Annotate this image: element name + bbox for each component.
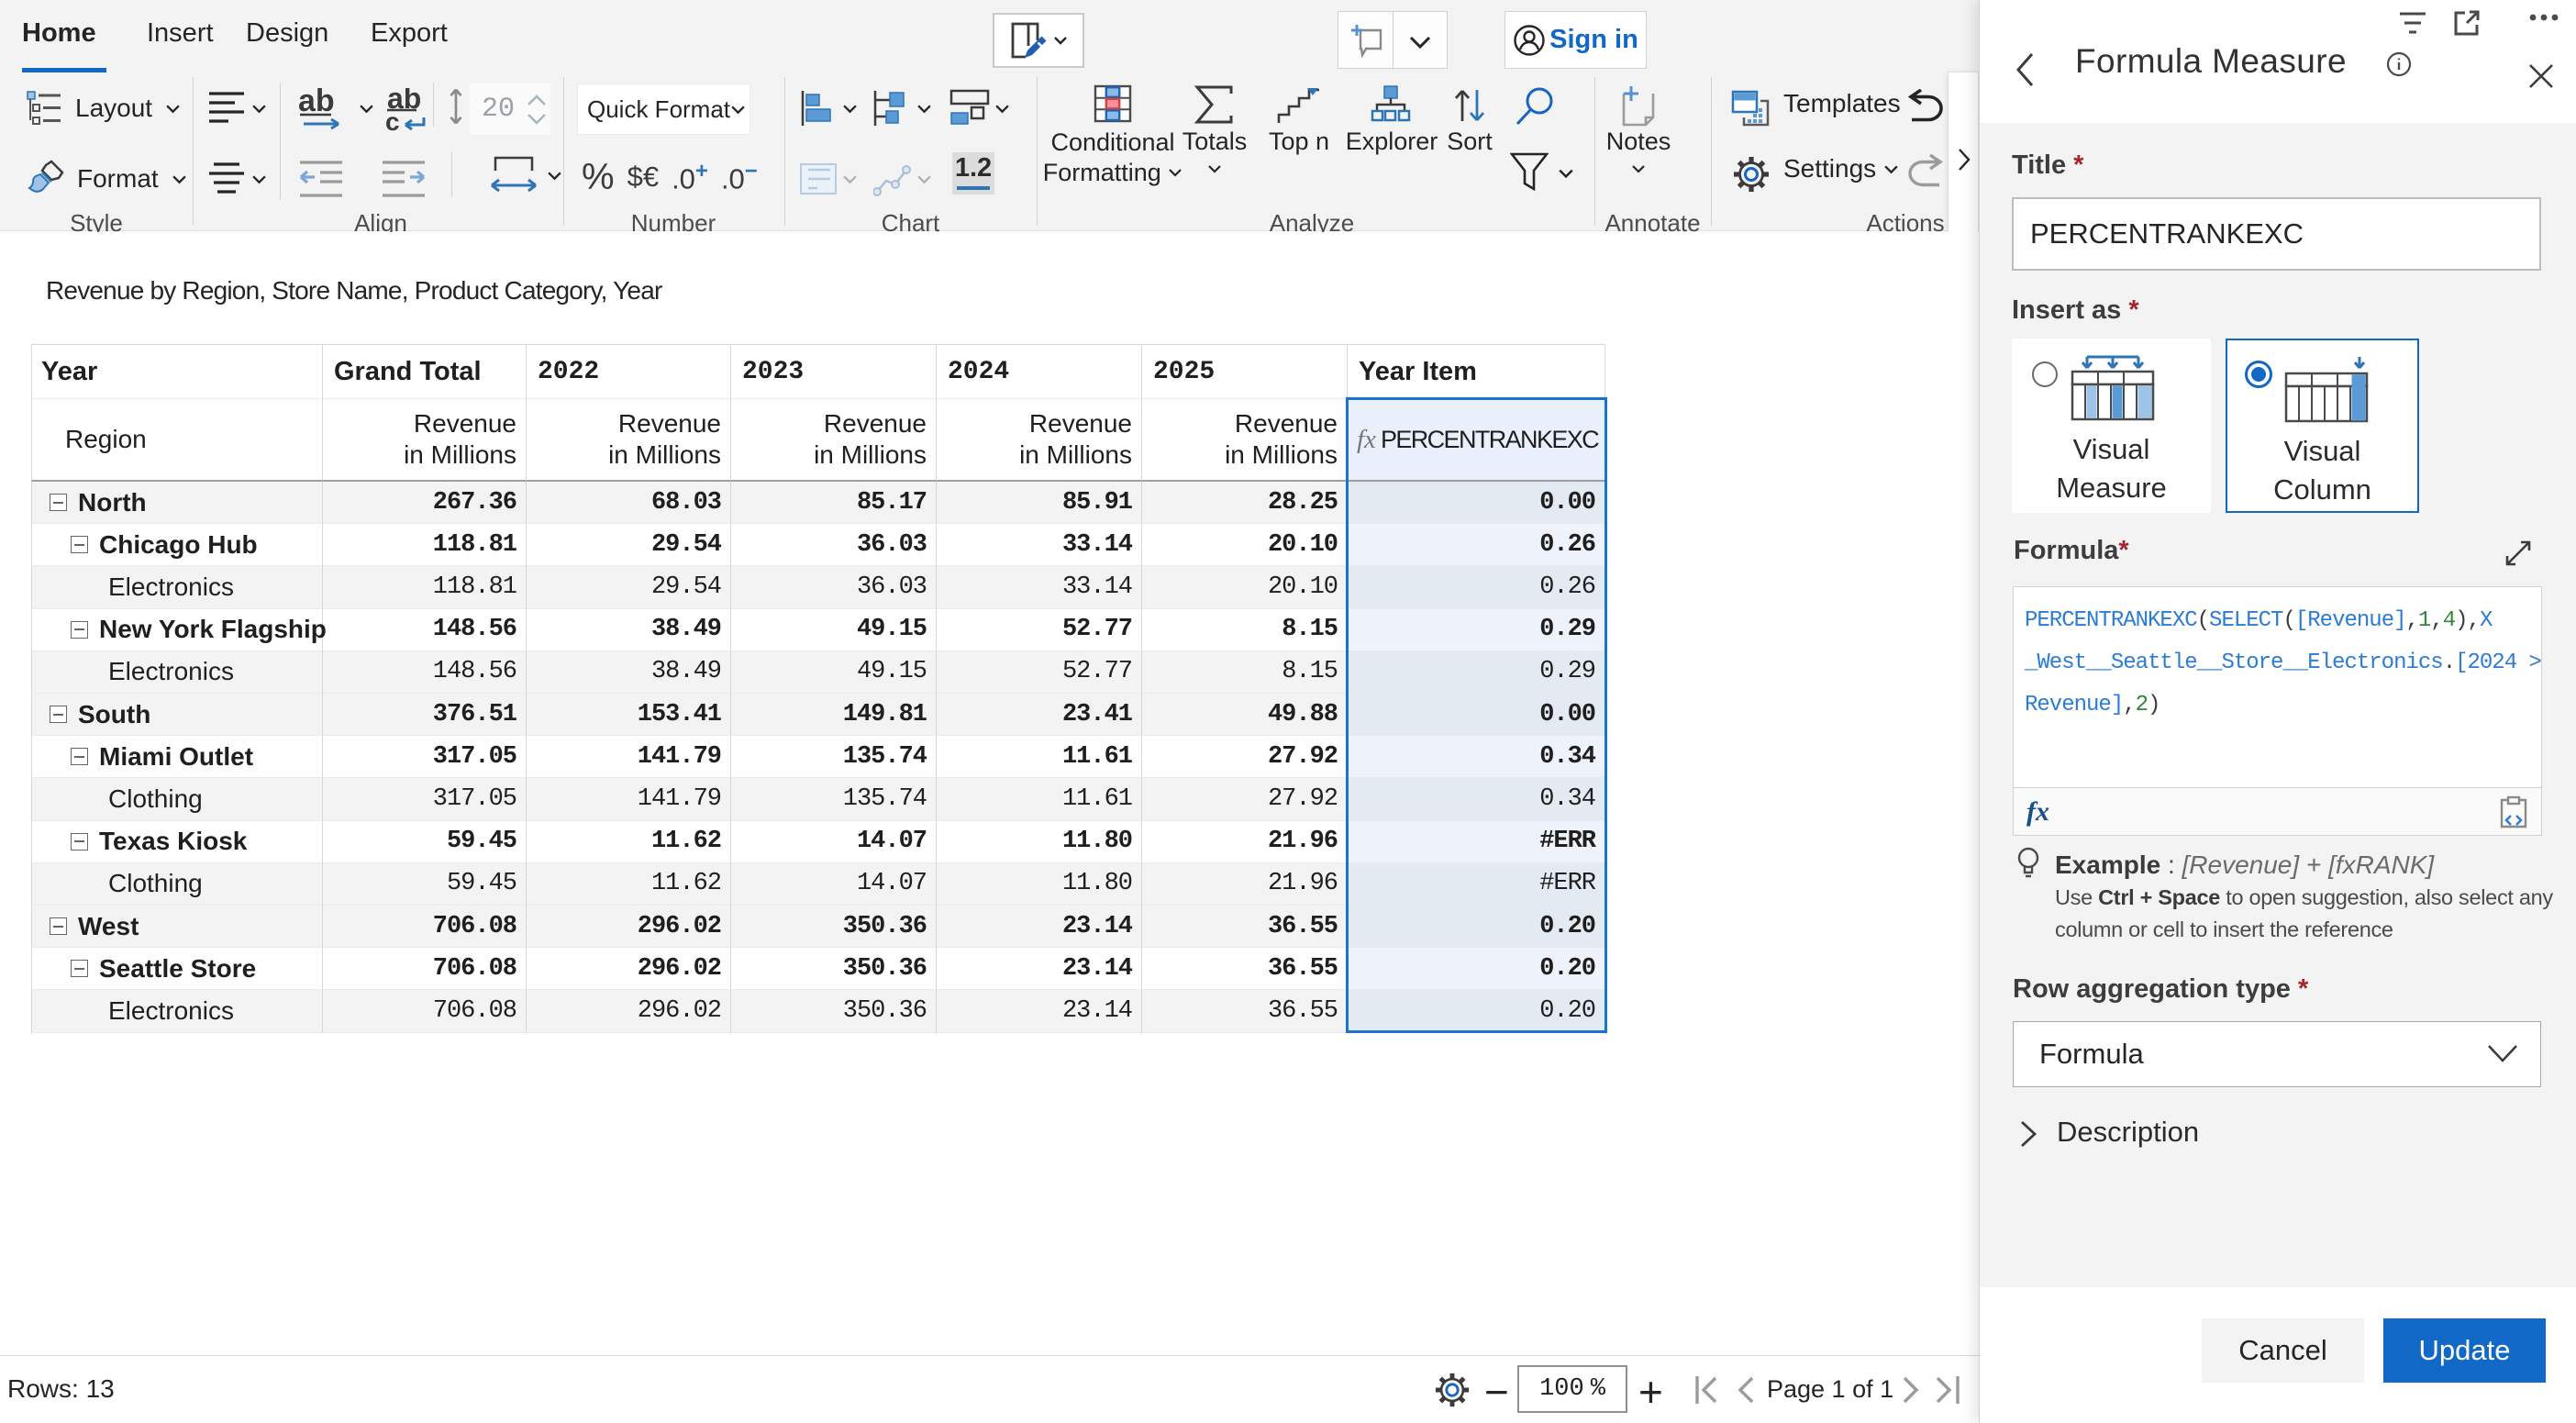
svg-text:c: c <box>385 107 400 132</box>
